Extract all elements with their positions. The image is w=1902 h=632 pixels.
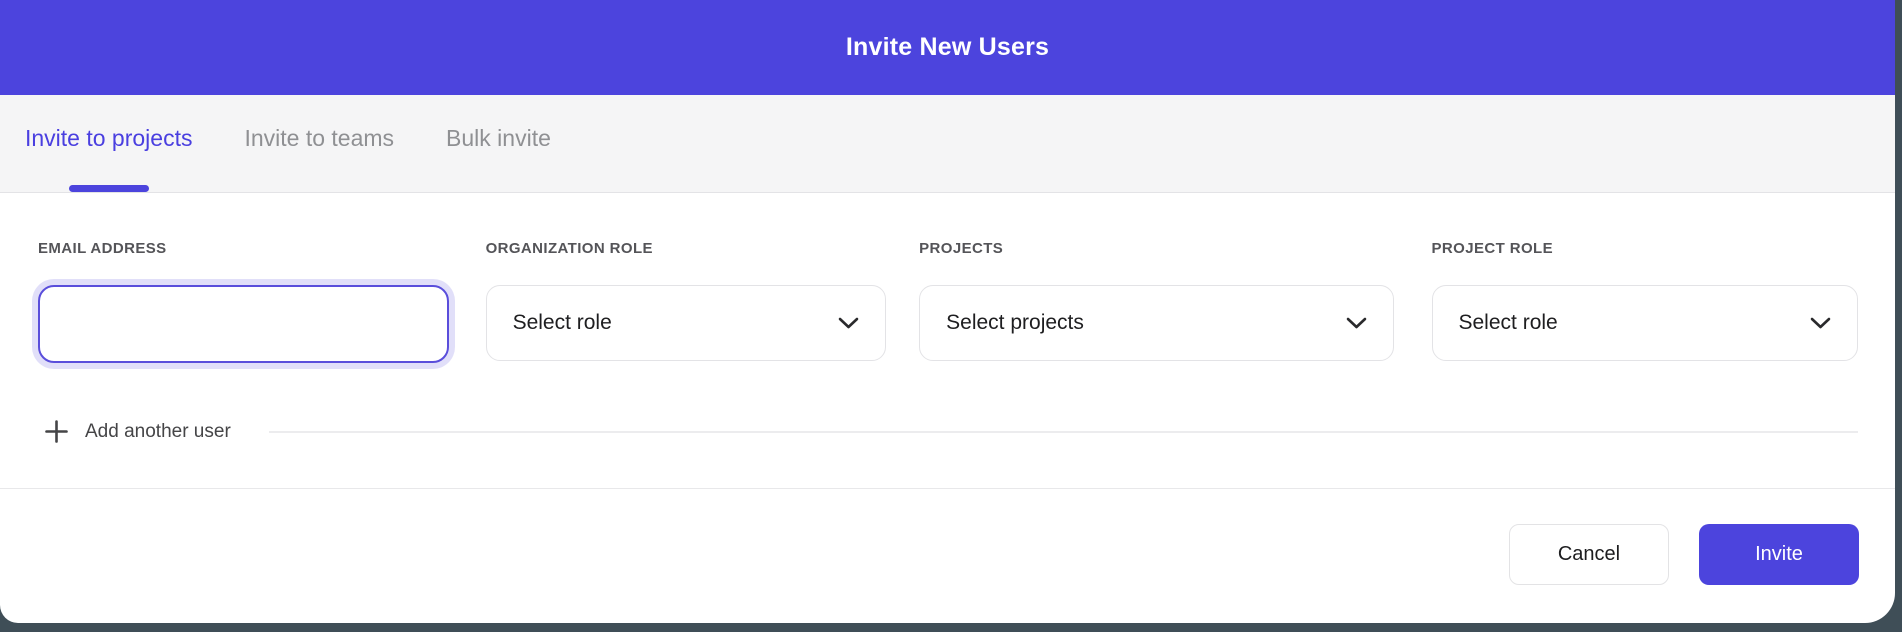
tab-invite-to-projects[interactable]: Invite to projects (25, 95, 192, 192)
invite-form: EMAIL ADDRESS ORGANIZATION ROLE Select r… (0, 193, 1895, 443)
project-role-select[interactable]: Select role (1432, 285, 1859, 361)
dialog-tabs: Invite to projects Invite to teams Bulk … (0, 95, 1895, 193)
add-user-row: Add another user (38, 420, 1858, 443)
dialog-header: Invite New Users (0, 0, 1895, 95)
tab-label: Invite to projects (25, 125, 192, 151)
projects-select[interactable]: Select projects (919, 285, 1393, 361)
email-address-label: EMAIL ADDRESS (38, 240, 449, 257)
chevron-down-icon (1810, 317, 1831, 329)
add-another-user-button[interactable]: Add another user (38, 420, 231, 443)
project-role-value: Select role (1459, 311, 1558, 335)
chevron-down-icon (838, 317, 859, 329)
projects-field-group: PROJECTS Select projects (919, 240, 1393, 363)
tab-label: Invite to teams (244, 125, 394, 151)
invite-button[interactable]: Invite (1699, 524, 1859, 585)
projects-label: PROJECTS (919, 240, 1393, 257)
cancel-button[interactable]: Cancel (1509, 524, 1669, 585)
projects-value: Select projects (946, 311, 1084, 335)
tab-label: Bulk invite (446, 125, 551, 151)
tab-bulk-invite[interactable]: Bulk invite (446, 95, 551, 192)
organization-role-select[interactable]: Select role (486, 285, 887, 361)
project-role-field-group: PROJECT ROLE Select role (1432, 240, 1859, 363)
tab-invite-to-teams[interactable]: Invite to teams (244, 95, 394, 192)
active-tab-underline (69, 185, 149, 192)
add-another-user-label: Add another user (85, 421, 231, 443)
organization-role-label: ORGANIZATION ROLE (486, 240, 887, 257)
organization-role-value: Select role (513, 311, 612, 335)
user-row: EMAIL ADDRESS ORGANIZATION ROLE Select r… (38, 240, 1858, 363)
invite-new-users-dialog: Invite New Users Invite to projects Invi… (0, 0, 1895, 623)
dialog-footer: Cancel Invite (0, 489, 1895, 585)
chevron-down-icon (1346, 317, 1367, 329)
organization-role-field-group: ORGANIZATION ROLE Select role (486, 240, 887, 363)
row-divider (269, 431, 1858, 433)
plus-icon (45, 420, 68, 443)
email-address-input[interactable] (38, 285, 449, 363)
dialog-title: Invite New Users (846, 33, 1049, 62)
page-background: Invite New Users Invite to projects Invi… (0, 0, 1902, 632)
project-role-label: PROJECT ROLE (1432, 240, 1859, 257)
email-field-group: EMAIL ADDRESS (38, 240, 449, 363)
